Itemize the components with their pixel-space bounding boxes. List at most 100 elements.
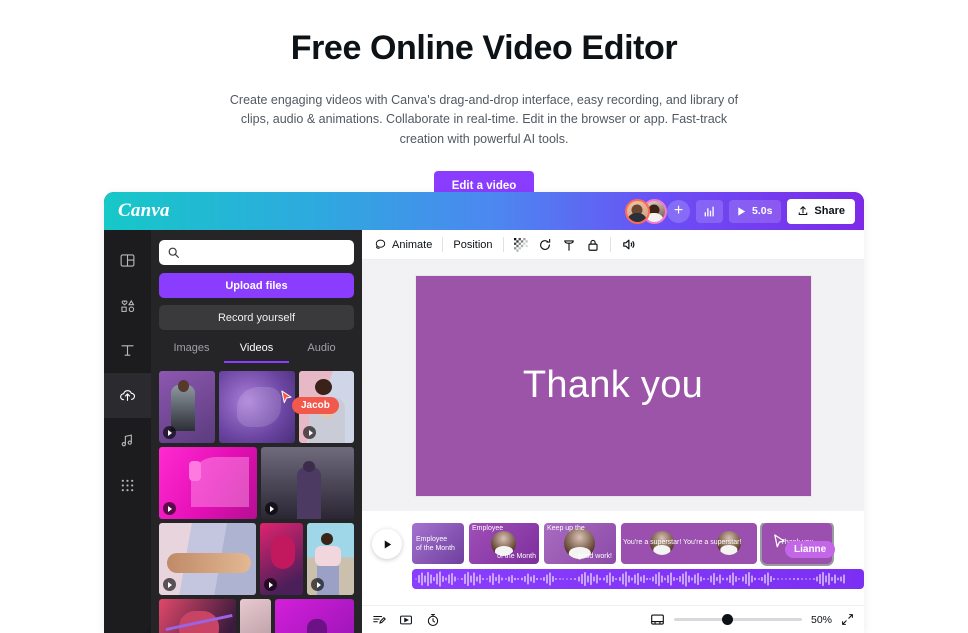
timeline-clip-selected[interactable]: Thank you xyxy=(762,523,832,564)
timeline: Employee of the Month Employee of the Mon… xyxy=(362,511,864,605)
header-actions: + 5.0s Share xyxy=(624,198,855,224)
editor-bottom-bar: 50% xyxy=(362,605,864,633)
toolbar-divider xyxy=(609,237,611,252)
expand-icon[interactable] xyxy=(841,613,854,626)
upload-icon xyxy=(797,205,809,217)
notes-icon[interactable] xyxy=(372,613,386,627)
audio-track[interactable] xyxy=(412,569,864,589)
editor-sidebar-rail xyxy=(104,230,151,633)
clip-headshot xyxy=(491,531,516,556)
color-dropper-icon xyxy=(562,238,576,252)
timeline-scroll[interactable]: Employee of the Month Employee of the Mon… xyxy=(412,523,864,589)
add-collaborator-button[interactable]: + xyxy=(666,199,690,223)
marketing-hero: Free Online Video Editor Create engaging… xyxy=(0,0,968,201)
play-badge xyxy=(163,502,176,515)
music-note-icon xyxy=(119,432,136,449)
clip-caption: of the Month xyxy=(497,553,536,561)
thumbnail-row xyxy=(159,447,354,519)
clip-caption: Thank you xyxy=(780,539,814,546)
toolbar-divider xyxy=(502,237,504,252)
thumbnail-row xyxy=(159,599,354,633)
zoom-slider-handle[interactable] xyxy=(721,614,733,625)
play-badge xyxy=(163,578,176,591)
video-thumbnail[interactable] xyxy=(159,371,215,443)
timer-icon[interactable] xyxy=(426,613,440,627)
zoom-slider[interactable] xyxy=(673,614,802,625)
sidebar-item-design[interactable] xyxy=(104,238,151,283)
play-badge xyxy=(163,426,176,439)
audio-waveform xyxy=(415,571,845,587)
volume-button[interactable] xyxy=(621,237,636,252)
avatar[interactable] xyxy=(624,198,650,224)
play-badge xyxy=(264,502,278,515)
upload-files-button[interactable]: Upload files xyxy=(159,273,354,298)
clip-caption: Employee xyxy=(472,525,504,532)
clip-caption: Employee of the Month xyxy=(416,536,455,552)
clip-caption: Keep up the xyxy=(547,525,585,532)
canvas-text[interactable]: Thank you xyxy=(523,364,703,407)
color-dropper-button[interactable] xyxy=(562,238,576,252)
canva-logo[interactable]: Canva xyxy=(118,200,170,222)
video-thumbnail[interactable] xyxy=(307,523,354,595)
record-yourself-button[interactable]: Record yourself xyxy=(159,305,354,330)
position-button[interactable]: Position xyxy=(453,239,492,251)
animate-button[interactable]: Animate xyxy=(374,238,432,251)
play-icon xyxy=(736,206,747,217)
search-input[interactable] xyxy=(185,246,346,259)
timeline-view-icon[interactable] xyxy=(399,613,413,627)
grid-dots-icon xyxy=(120,478,135,493)
editor-body: Upload files Record yourself Images Vide… xyxy=(104,230,864,633)
video-thumbnail[interactable] xyxy=(159,599,236,633)
thumbnail-row xyxy=(159,523,354,595)
tab-videos[interactable]: Videos xyxy=(224,333,289,363)
clip-caption: You're a superstar! You're a superstar! xyxy=(623,539,742,546)
timeline-clip[interactable]: Keep up the good work! xyxy=(544,523,616,564)
share-button[interactable]: Share xyxy=(787,198,855,224)
zoom-percent-label: 50% xyxy=(810,613,832,626)
search-box[interactable] xyxy=(159,240,354,265)
editor-main: Animate Position Thank you Employee of t… xyxy=(362,230,864,633)
video-thumbnail[interactable] xyxy=(159,523,256,595)
sidebar-item-uploads[interactable] xyxy=(104,365,151,426)
upload-cloud-icon xyxy=(118,386,137,405)
video-thumbnail[interactable] xyxy=(218,371,296,443)
editor-header: Canva + 5.0s Share xyxy=(104,192,864,230)
lock-button[interactable] xyxy=(586,238,600,252)
fit-page-icon[interactable] xyxy=(650,612,665,627)
video-thumbnail[interactable] xyxy=(299,371,354,443)
video-thumbnail[interactable] xyxy=(239,599,272,633)
timeline-clips: Employee of the Month Employee of the Mon… xyxy=(412,523,864,564)
video-thumbnail[interactable] xyxy=(260,447,354,519)
toolbar-divider xyxy=(442,237,444,252)
analytics-button[interactable] xyxy=(695,199,723,223)
clip-caption: good work! xyxy=(577,553,612,561)
animate-icon xyxy=(374,238,387,251)
timeline-clip[interactable]: You're a superstar! You're a superstar! xyxy=(621,523,757,564)
video-thumbnail[interactable] xyxy=(159,447,257,519)
sidebar-item-apps[interactable] xyxy=(104,463,151,508)
preview-play-button[interactable]: 5.0s xyxy=(728,199,782,223)
timeline-play-button[interactable] xyxy=(372,529,402,559)
panel-tabs: Images Videos Audio xyxy=(159,333,354,363)
timeline-clip[interactable]: Employee of the Month xyxy=(469,523,539,564)
thumbnail-row xyxy=(159,371,354,443)
duration-label: 5.0s xyxy=(751,205,773,217)
collaborator-avatars[interactable] xyxy=(624,198,667,224)
page-subtitle: Create engaging videos with Canva's drag… xyxy=(229,92,739,146)
sidebar-item-elements[interactable] xyxy=(104,283,151,328)
video-thumbnail[interactable] xyxy=(259,523,304,595)
design-canvas[interactable]: Thank you xyxy=(415,275,811,496)
video-thumbnail[interactable] xyxy=(275,599,354,633)
rotate-button[interactable] xyxy=(538,238,552,252)
video-thumbnail-grid xyxy=(159,371,354,633)
timeline-clip[interactable]: Employee of the Month xyxy=(412,523,464,564)
animate-label: Animate xyxy=(392,238,433,251)
zoom-controls: 50% xyxy=(650,612,854,627)
search-icon xyxy=(167,246,180,259)
transparency-icon xyxy=(513,237,528,252)
transparency-button[interactable] xyxy=(513,237,528,252)
object-toolbar: Animate Position xyxy=(362,230,864,260)
page-title: Free Online Video Editor xyxy=(290,29,678,67)
tab-images[interactable]: Images xyxy=(159,333,224,363)
tab-audio[interactable]: Audio xyxy=(289,333,354,363)
